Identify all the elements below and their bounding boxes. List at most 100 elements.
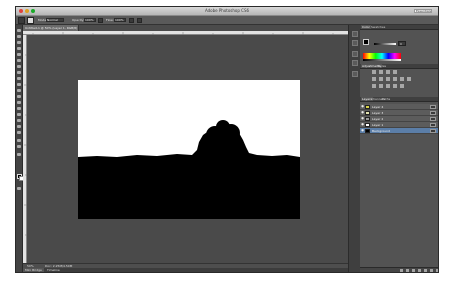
pressure-opacity-icon[interactable] (98, 18, 103, 23)
tab-mini-bridge[interactable]: Mini Bridge (23, 268, 44, 272)
layers-panel-tabs: Layers Channels Paths (360, 97, 438, 102)
tab-styles[interactable]: Styles (376, 64, 387, 68)
eye-icon[interactable]: ● (361, 117, 364, 120)
eye-icon[interactable]: ● (361, 123, 364, 126)
brightness-contrast-icon[interactable] (372, 70, 376, 74)
move-tool-icon[interactable] (17, 29, 21, 32)
properties-panel-icon[interactable] (352, 40, 358, 46)
crop-tool-icon[interactable] (17, 53, 21, 56)
curves-icon[interactable] (386, 70, 390, 74)
layer-mask-thumbnail[interactable] (430, 123, 436, 127)
blur-tool-icon[interactable] (17, 101, 21, 104)
healing-brush-tool-icon[interactable] (17, 65, 21, 68)
layer-row[interactable]: ● Background (360, 128, 438, 134)
trash-icon[interactable] (436, 269, 438, 272)
layer-thumbnail (365, 111, 370, 115)
eye-icon[interactable]: ● (361, 105, 364, 108)
paragraph-panel-icon[interactable] (352, 60, 358, 66)
selective-color-icon[interactable] (400, 84, 404, 88)
eye-icon[interactable]: ● (361, 111, 364, 114)
opacity-value: 100% (85, 18, 94, 22)
layer-thumbnail (365, 117, 370, 121)
zoom-tool-icon[interactable] (17, 145, 21, 148)
brush-preview-icon[interactable] (27, 17, 34, 24)
exposure-icon[interactable] (393, 70, 397, 74)
channel-mixer-icon[interactable] (407, 77, 411, 81)
new-adjustment-icon[interactable] (418, 269, 421, 272)
quick-mask-icon[interactable] (17, 187, 21, 190)
layers-footer (360, 267, 438, 272)
history-panel-icon[interactable] (352, 31, 358, 37)
pressure-size-icon[interactable] (137, 18, 142, 23)
layer-mask-thumbnail[interactable] (430, 111, 436, 115)
invert-icon[interactable] (372, 84, 376, 88)
layer-lock-icon[interactable] (430, 129, 436, 133)
opacity-label: Opacity: (72, 18, 85, 22)
collapsed-panel-dock (348, 25, 360, 272)
color-value-field[interactable]: 0 (398, 41, 406, 46)
black-white-icon[interactable] (393, 77, 397, 81)
add-mask-icon[interactable] (412, 269, 415, 272)
layer-mask-thumbnail[interactable] (430, 105, 436, 109)
options-bar: Mode: Normal Opacity: 100% Flow: 100% (16, 16, 438, 25)
tools-panel (16, 25, 24, 272)
tab-swatches[interactable]: Swatches (370, 25, 386, 29)
brush-panel-icon[interactable] (352, 71, 358, 77)
color-panel-tabs: Color Swatches (360, 25, 438, 30)
bottom-panel-tabs: Mini Bridge Timeline (23, 268, 348, 272)
layer-thumbnail (365, 129, 370, 133)
new-group-icon[interactable] (424, 269, 427, 272)
tool-preset-icon[interactable] (18, 17, 25, 24)
sky-area (78, 80, 300, 157)
layer-mask-thumbnail[interactable] (430, 117, 436, 121)
workspace-switcher[interactable]: Essentials (414, 9, 432, 13)
gradient-tool-icon[interactable] (17, 95, 21, 98)
quick-selection-tool-icon[interactable] (17, 47, 21, 50)
shape-tool-icon[interactable] (17, 131, 21, 134)
eyedropper-tool-icon[interactable] (17, 59, 21, 62)
character-panel-icon[interactable] (352, 51, 358, 57)
new-layer-icon[interactable] (430, 269, 433, 272)
hue-saturation-icon[interactable] (379, 77, 383, 81)
dodge-tool-icon[interactable] (17, 107, 21, 110)
adjustments-icon-grid (370, 69, 422, 93)
marquee-tool-icon[interactable] (17, 35, 21, 38)
layer-thumbnail (365, 105, 370, 109)
add-style-icon[interactable] (406, 269, 409, 272)
path-selection-tool-icon[interactable] (17, 125, 21, 128)
app-title: Adobe Photoshop CS6 (204, 8, 250, 13)
levels-icon[interactable] (379, 70, 383, 74)
right-panels: Color Swatches 0 Adjustments Styles Laye… (360, 25, 438, 272)
eraser-tool-icon[interactable] (17, 89, 21, 92)
color-gray-slider[interactable] (374, 43, 396, 45)
color-foreground-chip[interactable] (363, 39, 369, 45)
type-tool-icon[interactable] (17, 119, 21, 122)
history-brush-tool-icon[interactable] (17, 83, 21, 86)
brush-tool-icon[interactable] (17, 71, 21, 74)
layer-name: Background (372, 129, 390, 133)
photo-filter-icon[interactable] (400, 77, 404, 81)
vibrance-icon[interactable] (372, 77, 376, 81)
hand-tool-icon[interactable] (17, 139, 21, 142)
airbrush-icon[interactable] (129, 18, 134, 23)
canvas-workspace[interactable] (27, 35, 348, 263)
tab-timeline[interactable]: Timeline (45, 268, 62, 272)
document-canvas[interactable] (27, 35, 348, 263)
lasso-tool-icon[interactable] (17, 41, 21, 44)
link-layers-icon[interactable] (400, 269, 403, 272)
grayscale-ramp[interactable] (363, 59, 401, 61)
tab-paths[interactable]: Paths (381, 97, 391, 101)
photoshop-window: Adobe Photoshop CS6 Essentials Mode: Nor… (15, 6, 439, 273)
mode-value: Normal (47, 18, 58, 22)
posterize-icon[interactable] (379, 84, 383, 88)
clone-stamp-tool-icon[interactable] (17, 77, 21, 80)
gradient-map-icon[interactable] (393, 84, 397, 88)
color-balance-icon[interactable] (386, 77, 390, 81)
pen-tool-icon[interactable] (17, 113, 21, 116)
swap-colors-icon[interactable] (17, 153, 21, 156)
layer-thumbnail (365, 123, 370, 127)
color-value-text: 0 (400, 42, 402, 46)
threshold-icon[interactable] (386, 84, 390, 88)
eye-icon[interactable]: ● (361, 129, 364, 132)
title-bar: Adobe Photoshop CS6 Essentials (16, 7, 438, 16)
